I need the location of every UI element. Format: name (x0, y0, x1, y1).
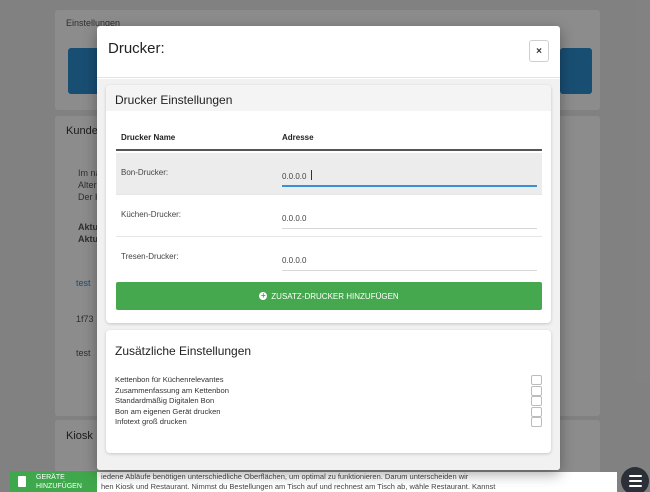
close-button[interactable]: × (529, 40, 549, 62)
printer-name-label: Bon-Drucker: (121, 168, 169, 177)
printer-settings-header: Drucker Einstellungen (106, 85, 551, 111)
add-device-button[interactable]: GERÄTE HINZUFÜGEN (10, 471, 97, 492)
printer-name-label: Küchen-Drucker: (121, 210, 182, 219)
printer-row-kitchen: Küchen-Drucker: (116, 195, 542, 237)
modal-header: Drucker: × (97, 26, 560, 78)
option-checkbox[interactable] (531, 417, 542, 428)
add-extra-printer-button[interactable]: + ZUSATZ-DRUCKER HINZUFÜGEN (116, 282, 542, 310)
option-row: Infotext groß drucken (115, 417, 543, 428)
printer-settings-title: Drucker Einstellungen (115, 93, 233, 107)
option-checkbox[interactable] (531, 396, 542, 407)
option-row: Standardmäßig Digitalen Bon (115, 396, 543, 407)
menu-button[interactable] (621, 467, 649, 492)
hamburger-icon-line (628, 475, 642, 477)
printer-row-counter: Tresen-Drucker: (116, 237, 542, 279)
option-checkbox[interactable] (531, 375, 542, 385)
option-label: Infotext groß drucken (115, 417, 187, 427)
option-label: Standardmäßig Digitalen Bon (115, 396, 215, 406)
modal-title: Drucker: (108, 40, 165, 57)
option-checkbox[interactable] (531, 406, 542, 417)
extra-settings-panel: Zusätzliche Einstellungen Kettenbon für … (106, 330, 551, 453)
extra-settings-title: Zusätzliche Einstellungen (115, 344, 252, 358)
add-device-label: GERÄTE HINZUFÜGEN (36, 474, 82, 490)
option-row: Kettenbon für Küchenrelevantes (115, 375, 543, 386)
option-row: Bon am eigenen Gerät drucken (115, 406, 543, 418)
text-cursor (311, 170, 312, 180)
column-printer-name: Drucker Name (121, 133, 176, 142)
device-icon (18, 476, 26, 487)
printer-name-label: Tresen-Drucker: (121, 252, 179, 261)
option-label: Bon am eigenen Gerät drucken (115, 406, 221, 416)
printer-table-header: Drucker Name Adresse (116, 127, 542, 151)
option-row: Zusammenfassung am Kettenbon (115, 385, 543, 397)
counter-printer-address-input[interactable] (282, 245, 537, 271)
kitchen-printer-address-input[interactable] (282, 203, 537, 229)
printer-row-bon: Bon-Drucker: (116, 153, 542, 195)
printer-modal: Drucker: × Drucker Einstellungen Drucker… (97, 26, 560, 470)
column-address: Adresse (282, 133, 314, 142)
option-label: Zusammenfassung am Kettenbon (115, 385, 229, 395)
hamburger-icon-line (628, 485, 642, 487)
add-extra-printer-label: ZUSATZ-DRUCKER HINZUFÜGEN (271, 291, 399, 301)
mode-description-text: iedene Abläufe benötigen unterschiedlich… (97, 472, 617, 492)
option-checkbox[interactable] (531, 385, 542, 396)
extra-settings-list: Kettenbon für Küchenrelevantes Zusammenf… (115, 375, 543, 428)
bon-printer-address-input[interactable] (282, 161, 537, 187)
printer-settings-panel: Drucker Einstellungen Drucker Name Adres… (106, 85, 551, 323)
modal-body: Drucker Einstellungen Drucker Name Adres… (97, 79, 560, 470)
plus-circle-icon: + (259, 291, 268, 300)
option-label: Kettenbon für Küchenrelevantes (115, 375, 224, 384)
hamburger-icon-line (628, 480, 642, 482)
